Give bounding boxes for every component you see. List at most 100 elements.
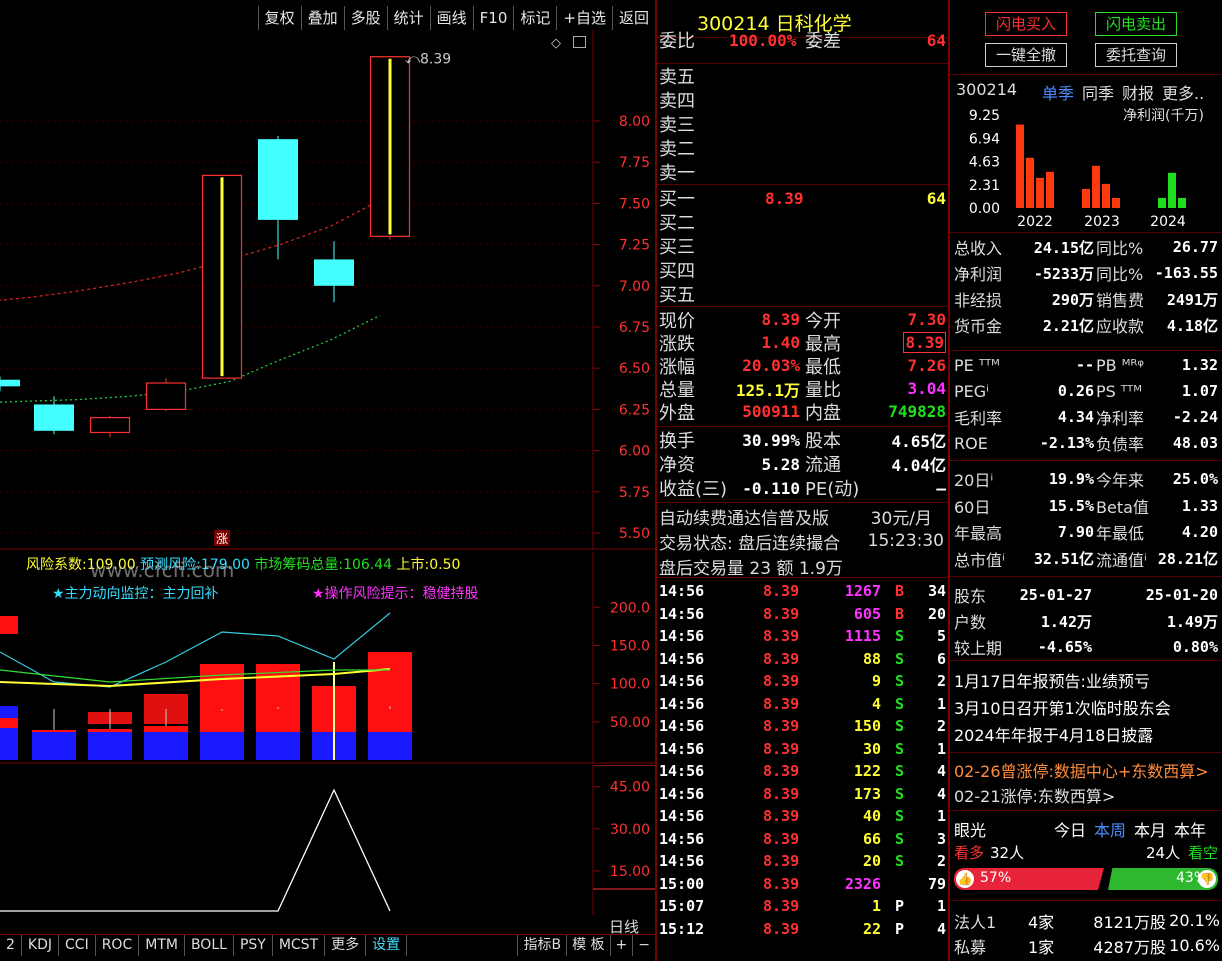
fin-bar[interactable] bbox=[1082, 188, 1090, 208]
buy-level[interactable]: 买二 bbox=[657, 210, 948, 234]
buy-label: 买四 bbox=[659, 261, 695, 282]
diamond-icon[interactable]: ◇ bbox=[551, 36, 561, 51]
fin-row: PE ᵀᵀᴹ -- PB ᴹᴿᵠ 1.32 bbox=[950, 352, 1222, 378]
sell-level[interactable]: 卖五 bbox=[657, 64, 948, 88]
fin-chart[interactable]: 9.25 6.94 4.63 2.31 0.00 净利润(千万) 2022 2023 2024 bbox=[950, 100, 1222, 232]
row-label: 年最高 bbox=[954, 524, 1003, 544]
row-value: 290万 bbox=[1051, 290, 1094, 309]
quote-stat-row: 净资 5.28 流通 4.04亿 bbox=[657, 452, 948, 477]
stat-label: 股本 bbox=[805, 431, 841, 452]
limit-up-2[interactable]: 02-21涨停:东数西算> bbox=[954, 783, 1115, 807]
candlestick-chart[interactable]: 8.00 7.75 7.50 7.25 7.00 6.75 6.50 6.25 6.00 5.75… bbox=[0, 30, 655, 550]
toolbar-btn-2[interactable]: 多股 bbox=[343, 6, 387, 30]
indicator-chart-1[interactable]: 200.0 150.0 100.0 50.00 bbox=[0, 552, 655, 764]
sell-level[interactable]: 卖一 bbox=[657, 160, 948, 184]
indicator-tab-更多[interactable]: 更多 bbox=[325, 935, 367, 956]
bottom-btn-3[interactable]: − bbox=[632, 935, 655, 956]
holder-row: 股东 25-01-27 25-01-20 bbox=[950, 582, 1222, 608]
candle[interactable] bbox=[201, 174, 243, 379]
tick-flag: S bbox=[895, 627, 905, 645]
window-icon[interactable] bbox=[573, 36, 586, 48]
toolbar-btn-1[interactable]: 叠加 bbox=[300, 6, 344, 30]
indicator-tab-BOLL[interactable]: BOLL bbox=[185, 935, 234, 956]
sell-level[interactable]: 卖四 bbox=[657, 88, 948, 112]
limit-up-1[interactable]: 02-26曾涨停:数据中心+东数西算> bbox=[954, 758, 1209, 782]
fin-bar[interactable] bbox=[1112, 197, 1120, 208]
candle[interactable] bbox=[0, 376, 20, 392]
tick-row: 14:56 8.39 173 S 4 bbox=[657, 783, 948, 805]
fin-bar[interactable] bbox=[1178, 197, 1186, 208]
candle[interactable] bbox=[369, 56, 411, 240]
thumb-up-icon[interactable]: 👍 bbox=[956, 870, 974, 888]
toolbar-btn-3[interactable]: 统计 bbox=[386, 6, 430, 30]
news-item[interactable]: 3月10日召开第1次临时股东会 bbox=[954, 695, 1171, 719]
buy-level[interactable]: 买一 8.39 64 bbox=[657, 186, 948, 211]
candle[interactable] bbox=[34, 396, 74, 435]
period-label[interactable]: 日线 bbox=[593, 916, 655, 936]
ind1-tick: 200.0 bbox=[610, 600, 650, 616]
order-query-button[interactable]: 委托查询 bbox=[1095, 43, 1177, 67]
tick-row: 14:56 8.39 4 S 1 bbox=[657, 693, 948, 715]
tick-count: 1 bbox=[936, 739, 946, 758]
buy-level[interactable]: 买五 bbox=[657, 282, 948, 306]
thumb-down-icon[interactable]: 👎 bbox=[1198, 870, 1216, 888]
institution-row[interactable]: 法人1 4家 8121万股 20.1% bbox=[950, 908, 1222, 933]
indicator-tab-KDJ[interactable]: KDJ bbox=[22, 935, 60, 956]
fin-bar[interactable] bbox=[1036, 177, 1044, 208]
sell-level[interactable]: 卖三 bbox=[657, 112, 948, 136]
fin-bar[interactable] bbox=[1092, 165, 1100, 208]
indicator-tab-PSY[interactable]: PSY bbox=[234, 935, 273, 956]
indicator-tab-2[interactable]: 2 bbox=[0, 935, 22, 956]
bull-pct: 57% bbox=[980, 870, 1012, 886]
bottom-btn-1[interactable]: 模 板 bbox=[566, 935, 609, 956]
eye-tab-3[interactable]: 本年 bbox=[1174, 817, 1206, 841]
fin-bar[interactable] bbox=[1168, 172, 1176, 208]
bear-count: 24人 bbox=[1146, 844, 1181, 862]
indicator-tab-CCI[interactable]: CCI bbox=[59, 935, 96, 956]
bottom-btn-2[interactable]: + bbox=[609, 935, 633, 956]
row-value: 26.77 bbox=[1172, 238, 1218, 256]
indicator-tab-设置[interactable]: 设置 bbox=[366, 935, 408, 956]
tick-row: 14:56 8.39 30 S 1 bbox=[657, 738, 948, 760]
flash-sell-button[interactable]: 闪电卖出 bbox=[1095, 12, 1177, 36]
indicator-chart-2[interactable]: 45.00 30.00 15.00 bbox=[0, 765, 655, 915]
bottom-btn-0[interactable]: 指标B bbox=[517, 935, 566, 956]
after-volume-row: 盘后交易量 23 额 1.9万 bbox=[657, 554, 948, 579]
row-label: 60日 bbox=[954, 497, 991, 517]
buy-level[interactable]: 买三 bbox=[657, 234, 948, 258]
flash-buy-button[interactable]: 闪电买入 bbox=[985, 12, 1067, 36]
row-label: 流通值ⁱ bbox=[1096, 550, 1147, 570]
fin-bar[interactable] bbox=[1046, 171, 1054, 208]
candle[interactable] bbox=[314, 241, 354, 303]
news-item[interactable]: 2024年年报于4月18日披露 bbox=[954, 722, 1153, 746]
sell-level[interactable]: 卖二 bbox=[657, 136, 948, 160]
row-value: 1.07 bbox=[1181, 382, 1218, 400]
fin-bar[interactable] bbox=[1026, 157, 1034, 208]
toolbar-btn-0[interactable]: 复权 bbox=[257, 6, 301, 30]
sell-label: 卖五 bbox=[659, 67, 695, 88]
toolbar-btn-8[interactable]: 返回 bbox=[611, 6, 655, 30]
fee-row[interactable]: 自动续费通达信普及版 30元/月 bbox=[657, 504, 948, 529]
inst-shares: 4287万股 bbox=[1093, 937, 1166, 957]
fin-bar[interactable] bbox=[1016, 124, 1024, 208]
buy-level[interactable]: 买四 bbox=[657, 258, 948, 282]
eye-tab-1[interactable]: 本周 bbox=[1094, 817, 1126, 841]
news-item[interactable]: 1月17日年报预告:业绩预亏 bbox=[954, 668, 1150, 692]
toolbar-btn-5[interactable]: F10 bbox=[472, 6, 514, 30]
candle[interactable] bbox=[89, 415, 131, 438]
eye-tab-2[interactable]: 本月 bbox=[1134, 817, 1166, 841]
quote-stat-row: 涨幅 20.03% 最低 7.26 bbox=[657, 354, 948, 378]
toolbar-btn-6[interactable]: 标记 bbox=[513, 6, 556, 30]
cancel-all-button[interactable]: 一键全撤 bbox=[985, 43, 1067, 67]
stat-value: 7.30 bbox=[907, 310, 946, 329]
institution-row[interactable]: 私募 1家 4287万股 10.6% bbox=[950, 933, 1222, 958]
fin-bar[interactable] bbox=[1102, 183, 1110, 208]
indicator-tab-MCST[interactable]: MCST bbox=[273, 935, 326, 956]
indicator-tab-MTM[interactable]: MTM bbox=[139, 935, 185, 956]
toolbar-btn-7[interactable]: +自选 bbox=[556, 6, 612, 30]
fin-bar[interactable] bbox=[1158, 197, 1166, 208]
candle[interactable] bbox=[145, 378, 187, 412]
indicator-tab-ROC[interactable]: ROC bbox=[96, 935, 140, 956]
eye-tab-0[interactable]: 今日 bbox=[1054, 817, 1086, 841]
toolbar-btn-4[interactable]: 画线 bbox=[429, 6, 473, 30]
